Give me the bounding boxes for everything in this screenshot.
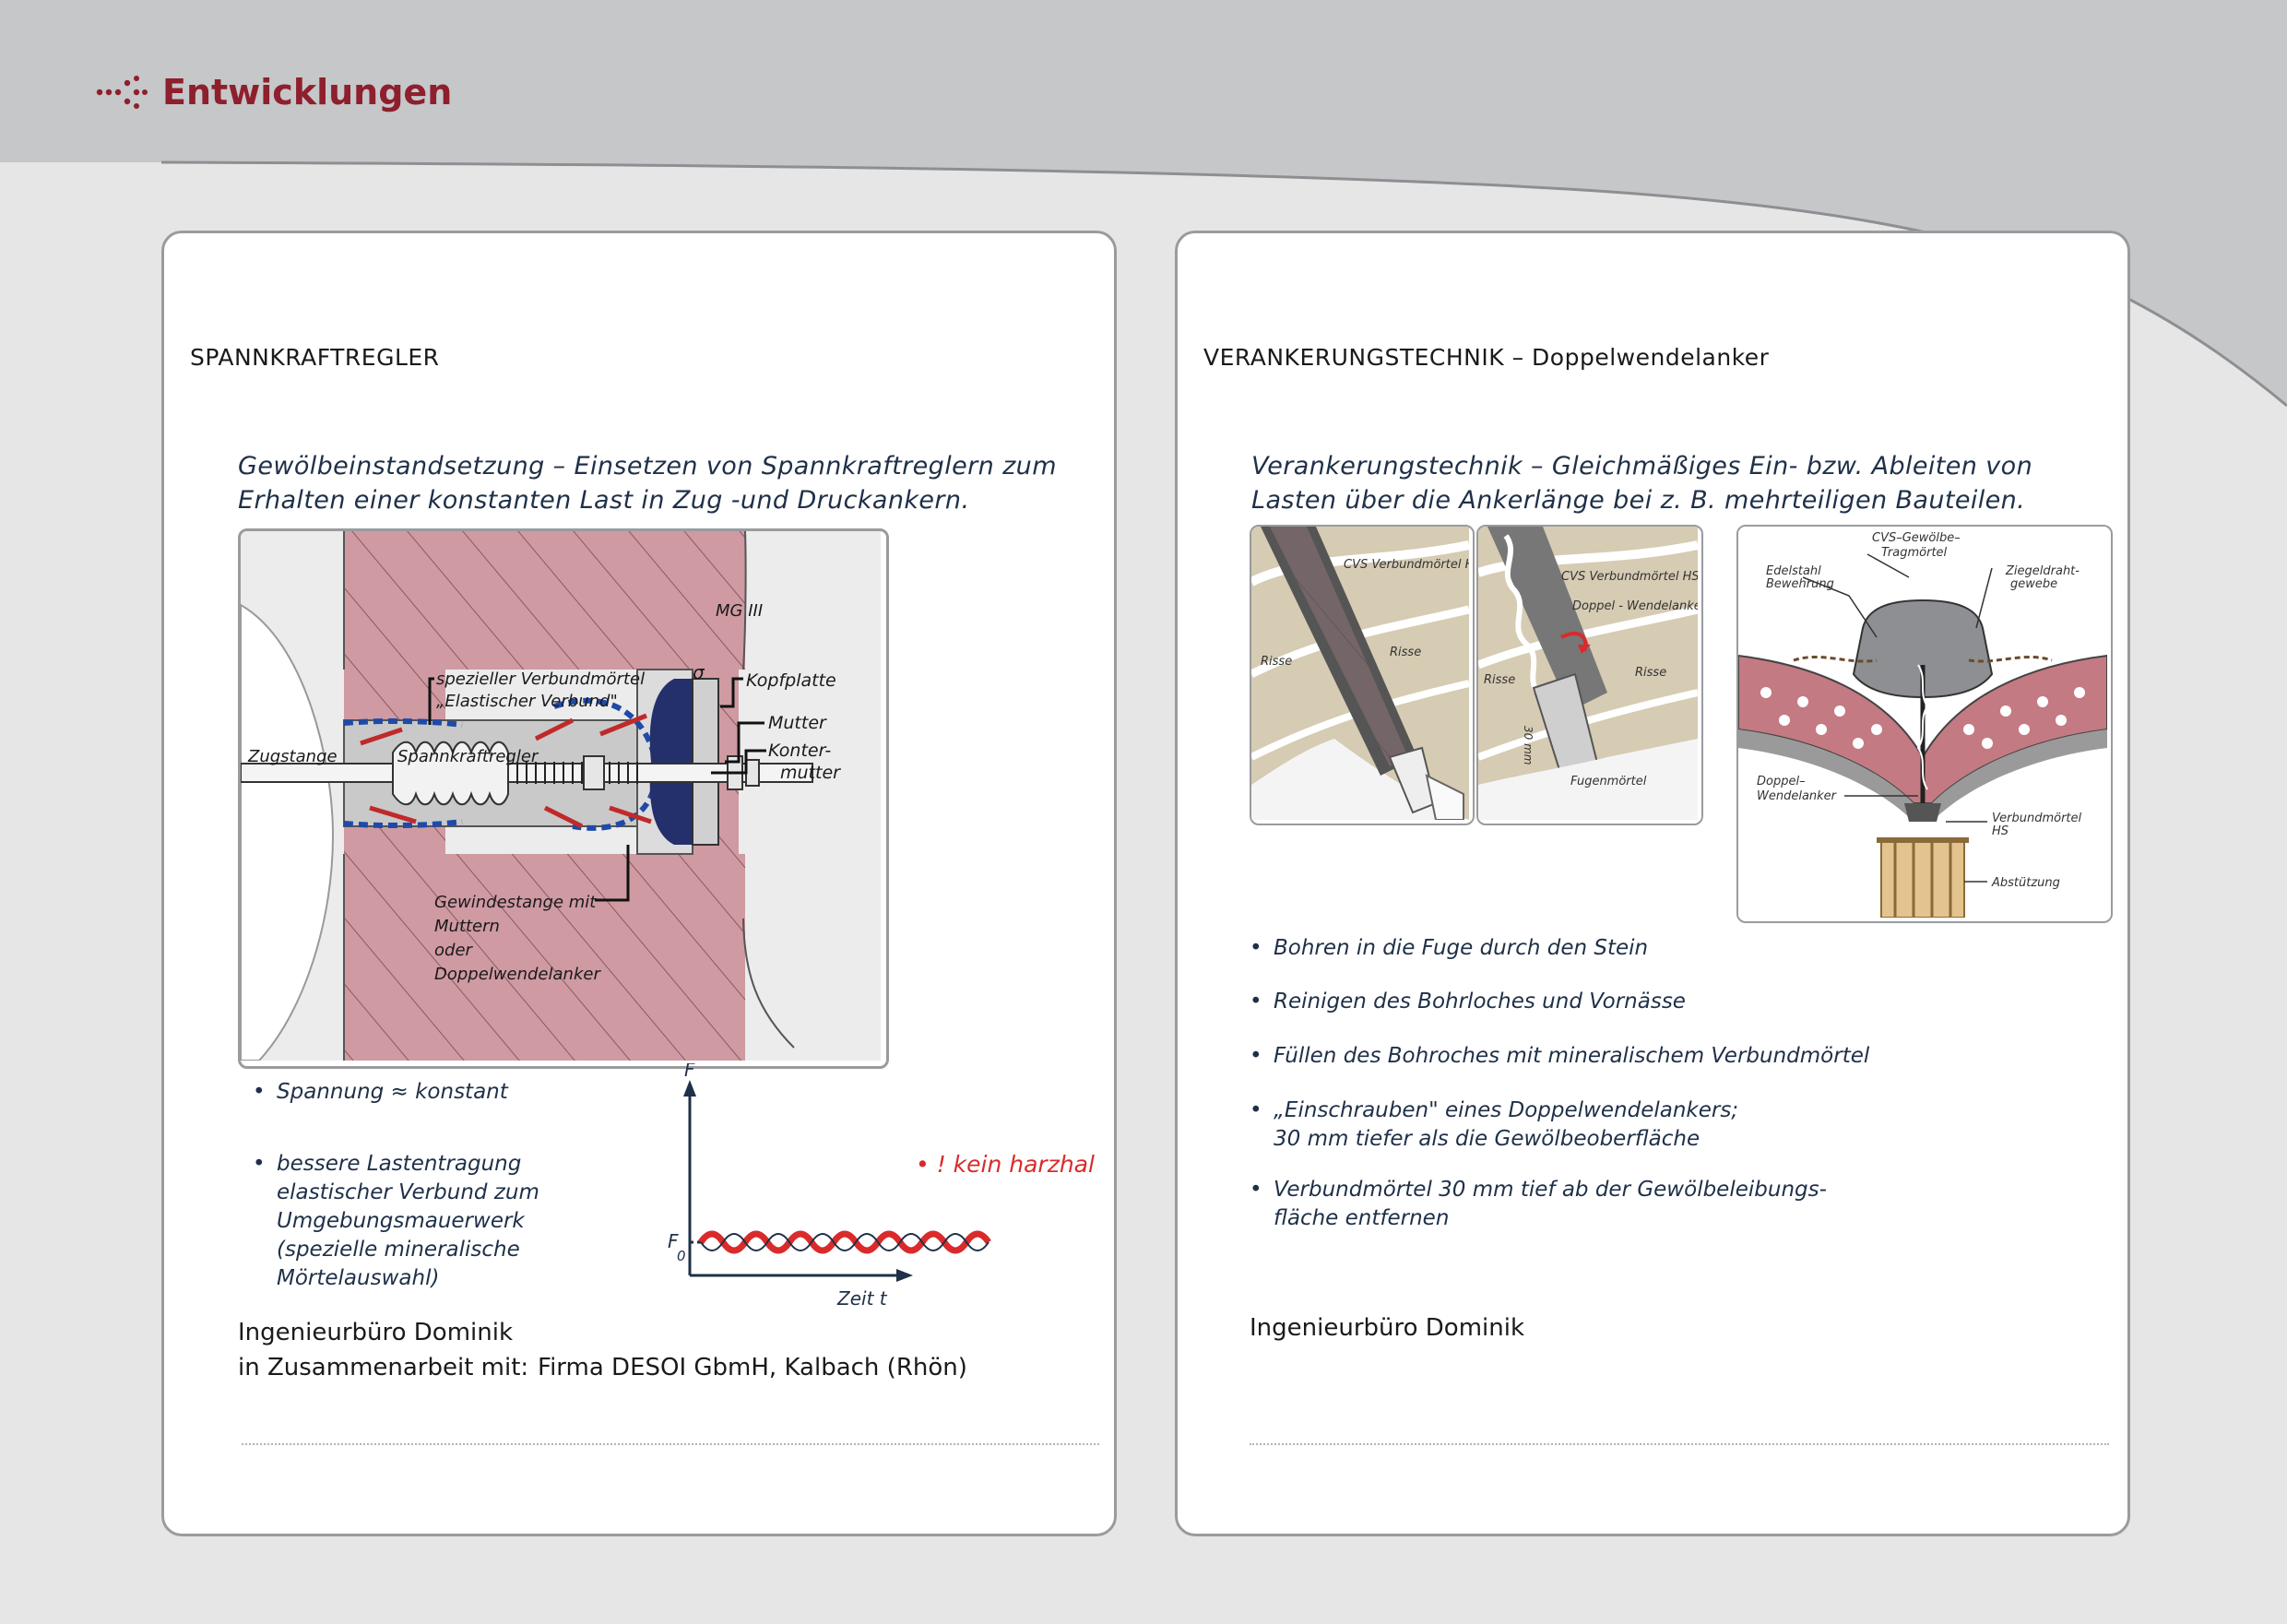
credit-name: Ingenieurbüro Dominik [1250, 1314, 1525, 1342]
spannkraftregler-card: SPANNKRAFTREGLER Gewölbeinstandsetzung –… [161, 231, 1117, 1536]
label-zugstange: Zugstange [247, 747, 338, 766]
label-mg: MG III [716, 601, 763, 621]
label-verbund-2: HS [1992, 824, 2009, 838]
vault-section-figure: CVS–Gewölbe– Tragmörtel Edelstahl Bewehr… [1736, 525, 2113, 923]
label-gewinde-3: oder [434, 941, 474, 960]
label-verbund-1: Verbundmörtel [1992, 812, 2082, 825]
label-cvs-2: Tragmörtel [1881, 546, 1948, 560]
label-risse: Risse [1484, 673, 1515, 687]
label-edel-2: Bewehrung [1766, 577, 1834, 591]
drilling-figure: CVS Verbundmörtel HS Risse Risse [1250, 525, 1475, 825]
anchor-insert-figure: CVS Verbundmörtel HS Doppel - Wendelanke… [1476, 525, 1703, 825]
label-sigma: σ [693, 661, 705, 683]
spannkraftregler-diagram: MG III σ spezieller Verbundmörtel „Elast… [238, 528, 889, 1069]
label-doppel-2: Wendelanker [1757, 789, 1838, 803]
credit-partner: Firma DESOI GbmH, Kalbach (Rhön) [538, 1354, 967, 1381]
label-spannkraftregler: Spannkraftregler [397, 747, 539, 766]
list-item: Reinigen des Bohrloches und Vornässe [1250, 988, 1686, 1016]
label-doppel: Doppel - Wendelanker [1572, 599, 1698, 613]
vault-section-drawing: CVS–Gewölbe– Tragmörtel Edelstahl Bewehr… [1738, 527, 2108, 919]
card-heading: VERANKERUNGSTECHNIK – Doppelwendelanker [1203, 344, 1770, 371]
label-verbund-1: spezieller Verbundmörtel [436, 670, 645, 689]
label-konter-1: Konter- [768, 741, 831, 761]
credit-name: Ingenieurbüro Dominik [238, 1319, 514, 1346]
card-intro: Verankerungstechnik – Gleichmäßiges Ein-… [1251, 452, 2033, 515]
label-doppel-1: Doppel– [1757, 775, 1806, 788]
list-item: Verbundmörtel 30 mm tief ab der Gewölbel… [1250, 1176, 1827, 1233]
label-fugen: Fugenmörtel [1570, 775, 1647, 788]
list-item: „Einschrauben" eines Doppelwendelankers;… [1250, 1096, 1738, 1154]
graph-y-label: F [684, 1063, 695, 1081]
graph-x-label: Zeit t [836, 1287, 888, 1310]
card-heading: SPANNKRAFTREGLER [190, 344, 440, 371]
force-time-graph: F F 0 Zeit t • ! kein harzhaltiger Mörte… [668, 1063, 1096, 1310]
section-title-text: Entwicklungen [162, 72, 453, 113]
list-item: Bohren in die Fuge durch den Stein [1250, 934, 1648, 963]
label-abst: Abstützung [1991, 876, 2060, 890]
label-gewinde-4: Doppelwendelanker [434, 965, 601, 984]
section-title: Entwicklungen [96, 72, 452, 113]
label-risse: Risse [1261, 655, 1292, 669]
label-risse: Risse [1390, 646, 1421, 659]
card-intro: Gewölbeinstandsetzung – Einsetzen von Sp… [238, 452, 1057, 515]
label-cvs-1: CVS–Gewölbe– [1872, 531, 1961, 545]
credit-cooperation: in Zusammenarbeit mit: [238, 1354, 529, 1381]
label-edel-1: Edelstahl [1766, 564, 1821, 578]
drilling-drawing: CVS Verbundmörtel HS Risse Risse [1251, 527, 1473, 821]
label-cvs: CVS Verbundmörtel HS [1344, 558, 1469, 572]
graph-f0-sub: 0 [677, 1248, 686, 1264]
label-konter-2: mutter [780, 763, 841, 783]
label-cvs: CVS Verbundmörtel HS [1561, 570, 1698, 584]
verankerungstechnik-card: VERANKERUNGSTECHNIK – Doppelwendelanker … [1175, 231, 2130, 1536]
label-mutter: Mutter [768, 713, 827, 733]
label-ziegel-2: gewebe [2010, 577, 2057, 591]
list-item: bessere Lastentragung elastischer Verbun… [253, 1150, 539, 1293]
label-verbund-2: „Elastischer Verbund" [436, 692, 618, 711]
divider [1250, 1443, 2109, 1445]
warning-text: • ! kein harzhaltiger Mörtel ! [916, 1151, 1096, 1178]
list-item: Füllen des Bohroches mit mineralischem V… [1250, 1042, 1869, 1071]
label-ziegel-1: Ziegeldraht- [2005, 564, 2080, 578]
arrow-dots-icon [96, 76, 148, 109]
list-item: Spannung ≈ konstant [253, 1078, 508, 1107]
label-risse: Risse [1635, 666, 1666, 680]
label-gewinde-1: Gewindestange mit [434, 893, 597, 912]
label-kopfplatte: Kopfplatte [746, 670, 836, 691]
label-gewinde-2: Muttern [434, 917, 500, 936]
divider [242, 1443, 1099, 1445]
anchor-insert-drawing: CVS Verbundmörtel HS Doppel - Wendelanke… [1478, 527, 1701, 820]
label-mm: 30 mm [1522, 726, 1535, 765]
anchor-section-drawing: MG III σ spezieller Verbundmörtel „Elast… [241, 531, 881, 1061]
